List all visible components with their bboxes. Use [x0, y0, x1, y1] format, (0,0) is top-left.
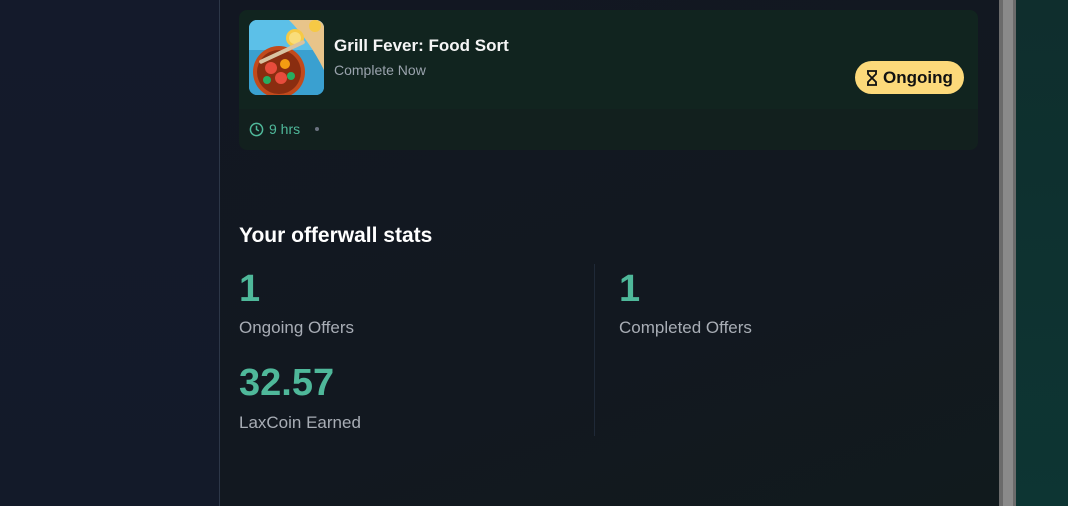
offer-meta: 9 hrs — [249, 121, 320, 137]
stats-title: Your offerwall stats — [239, 224, 433, 247]
offer-card[interactable]: Grill Fever: Food Sort Complete Now Ongo… — [239, 10, 978, 150]
clock-icon — [249, 122, 264, 136]
left-background — [0, 0, 219, 506]
right-background — [1016, 0, 1068, 506]
ongoing-offers-label: Ongoing Offers — [239, 318, 354, 337]
hourglass-icon — [867, 69, 877, 86]
status-badge-label: Ongoing — [883, 67, 953, 87]
completed-offers-value: 1 — [619, 268, 641, 310]
stats-divider — [594, 264, 595, 436]
game-thumbnail[interactable] — [249, 20, 324, 95]
scrollbar-thumb[interactable] — [1003, 0, 1013, 506]
offer-subtitle: Complete Now — [334, 62, 426, 78]
offer-duration: 9 hrs — [269, 121, 301, 137]
offer-card-header[interactable]: Grill Fever: Food Sort Complete Now Ongo… — [239, 10, 978, 109]
separator-dot — [315, 127, 320, 131]
laxcoin-earned-value: 32.57 — [239, 362, 335, 404]
grill-food-image — [249, 20, 324, 95]
ongoing-offers-value: 1 — [239, 268, 261, 310]
offer-title[interactable]: Grill Fever: Food Sort — [334, 36, 509, 56]
status-badge: Ongoing — [855, 61, 964, 94]
completed-offers-label: Completed Offers — [619, 318, 752, 337]
laxcoin-earned-label: LaxCoin Earned — [239, 413, 361, 432]
